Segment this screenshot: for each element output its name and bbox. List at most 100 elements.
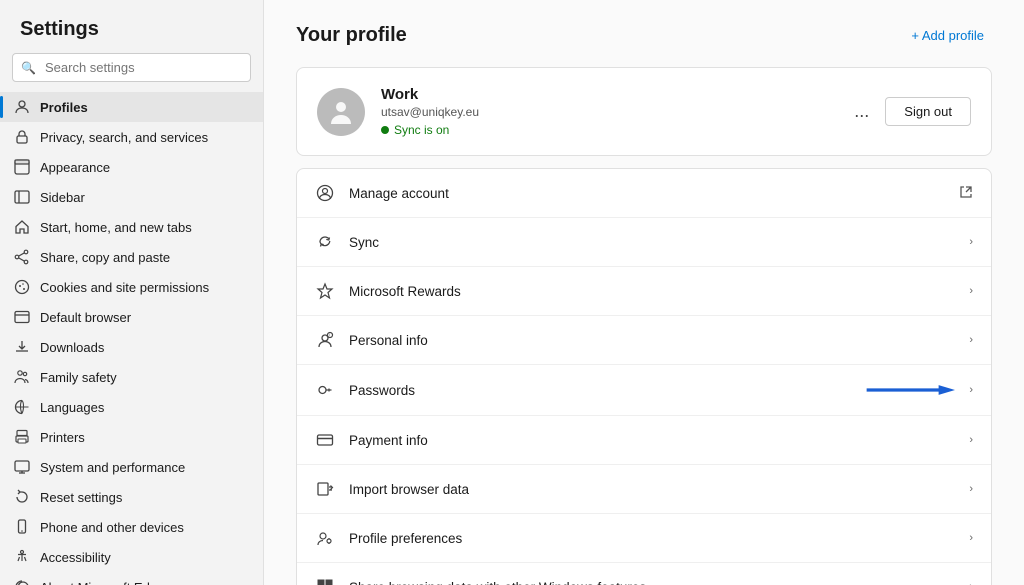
sidebar-label-downloads: Downloads (40, 340, 104, 355)
sidebar-label-accessibility: Accessibility (40, 550, 111, 565)
sidebar-label-about: About Microsoft Edge (40, 580, 164, 585)
chevron-right-icon: › (969, 532, 973, 544)
add-profile-button[interactable]: + Add profile (903, 24, 992, 47)
menu-label-profile-prefs: Profile preferences (349, 531, 955, 546)
system-icon (14, 459, 30, 475)
search-icon: 🔍 (21, 61, 36, 75)
page-title: Your profile (296, 24, 407, 47)
sidebar-label-system: System and performance (40, 460, 185, 475)
sidebar-label-appearance: Appearance (40, 160, 110, 175)
profile-info: Work utsav@uniqkey.eu Sync is on (381, 86, 832, 137)
menu-item-manage-account[interactable]: Manage account (297, 169, 991, 218)
sidebar-item-profiles[interactable]: Profiles (0, 92, 263, 122)
menu-label-personal-info: Personal info (349, 333, 955, 348)
sign-out-button[interactable]: Sign out (885, 97, 971, 126)
sidebar-label-profiles: Profiles (40, 100, 88, 115)
sidebar-item-privacy[interactable]: Privacy, search, and services (0, 122, 263, 152)
profile-sync: Sync is on (381, 123, 832, 137)
edge-icon (14, 579, 30, 585)
sidebar-label-start-home: Start, home, and new tabs (40, 220, 192, 235)
sidebar-label-printers: Printers (40, 430, 85, 445)
sidebar-label-sidebar: Sidebar (40, 190, 85, 205)
external-link-icon (959, 185, 973, 202)
menu-label-passwords: Passwords (349, 383, 851, 398)
menu-item-share-browsing[interactable]: Share browsing data with other Windows f… (297, 563, 991, 585)
sidebar-label-languages: Languages (40, 400, 104, 415)
avatar (317, 88, 365, 136)
main-content: Your profile + Add profile Work utsav@un… (264, 0, 1024, 585)
search-box: 🔍 (12, 53, 251, 82)
sidebar-label-default-browser: Default browser (40, 310, 131, 325)
sidebar-icon (14, 189, 30, 205)
card-icon (315, 430, 335, 450)
profile-name: Work (381, 86, 832, 103)
home-icon (14, 219, 30, 235)
profile-actions: ... Sign out (848, 97, 971, 126)
blue-arrow-indicator (865, 379, 955, 401)
menu-label-payment-info: Payment info (349, 433, 955, 448)
sidebar-label-reset: Reset settings (40, 490, 122, 505)
sidebar-item-cookies[interactable]: Cookies and site permissions (0, 272, 263, 302)
menu-item-rewards[interactable]: Microsoft Rewards › (297, 267, 991, 316)
sidebar-label-cookies: Cookies and site permissions (40, 280, 209, 295)
menu-item-personal-info[interactable]: i Personal info › (297, 316, 991, 365)
family-icon (14, 369, 30, 385)
chevron-right-icon: › (969, 384, 973, 396)
appearance-icon (14, 159, 30, 175)
sidebar-label-privacy: Privacy, search, and services (40, 130, 208, 145)
menu-label-share-browsing: Share browsing data with other Windows f… (349, 580, 955, 585)
accessibility-icon (14, 549, 30, 565)
person-circle-icon (315, 183, 335, 203)
sidebar: Settings 🔍 Profiles Privacy, search, and… (0, 0, 264, 585)
profile-email: utsav@uniqkey.eu (381, 105, 832, 119)
chevron-right-icon: › (969, 581, 973, 585)
menu-item-passwords[interactable]: Passwords › (297, 365, 991, 416)
import-icon (315, 479, 335, 499)
menu-label-manage-account: Manage account (349, 186, 945, 201)
sidebar-item-appearance[interactable]: Appearance (0, 152, 263, 182)
sidebar-item-languages[interactable]: Languages (0, 392, 263, 422)
search-input[interactable] (12, 53, 251, 82)
sync-status-text: Sync is on (394, 123, 449, 137)
sidebar-item-share-copy[interactable]: Share, copy and paste (0, 242, 263, 272)
sidebar-item-accessibility[interactable]: Accessibility (0, 542, 263, 572)
profile-menu-list: Manage account Sync › Microsoft Rewards … (296, 168, 992, 585)
sidebar-item-reset[interactable]: Reset settings (0, 482, 263, 512)
sync-status-dot (381, 126, 389, 134)
download-icon (14, 339, 30, 355)
rewards-icon (315, 281, 335, 301)
sidebar-item-family[interactable]: Family safety (0, 362, 263, 392)
sync-icon (315, 232, 335, 252)
sidebar-item-about[interactable]: About Microsoft Edge (0, 572, 263, 585)
menu-item-payment-info[interactable]: Payment info › (297, 416, 991, 465)
sidebar-item-start-home[interactable]: Start, home, and new tabs (0, 212, 263, 242)
chevron-right-icon: › (969, 285, 973, 297)
menu-label-import: Import browser data (349, 482, 955, 497)
printer-icon (14, 429, 30, 445)
chevron-right-icon: › (969, 434, 973, 446)
chevron-right-icon: › (969, 236, 973, 248)
sidebar-label-phone: Phone and other devices (40, 520, 184, 535)
reset-icon (14, 489, 30, 505)
profile-card: Work utsav@uniqkey.eu Sync is on ... Sig… (296, 67, 992, 156)
lock-icon (14, 129, 30, 145)
menu-item-profile-prefs[interactable]: Profile preferences › (297, 514, 991, 563)
sidebar-item-downloads[interactable]: Downloads (0, 332, 263, 362)
sidebar-item-phone[interactable]: Phone and other devices (0, 512, 263, 542)
person-icon (14, 99, 30, 115)
cookie-icon (14, 279, 30, 295)
settings-title: Settings (0, 0, 263, 53)
menu-item-sync[interactable]: Sync › (297, 218, 991, 267)
menu-label-sync: Sync (349, 235, 955, 250)
windows-icon (315, 577, 335, 585)
sidebar-item-system[interactable]: System and performance (0, 452, 263, 482)
share-icon (14, 249, 30, 265)
sidebar-item-printers[interactable]: Printers (0, 422, 263, 452)
sidebar-label-share-copy: Share, copy and paste (40, 250, 170, 265)
more-options-button[interactable]: ... (848, 97, 875, 126)
key-icon (315, 380, 335, 400)
sidebar-item-sidebar[interactable]: Sidebar (0, 182, 263, 212)
menu-item-import[interactable]: Import browser data › (297, 465, 991, 514)
main-header: Your profile + Add profile (296, 24, 992, 47)
sidebar-item-default-browser[interactable]: Default browser (0, 302, 263, 332)
